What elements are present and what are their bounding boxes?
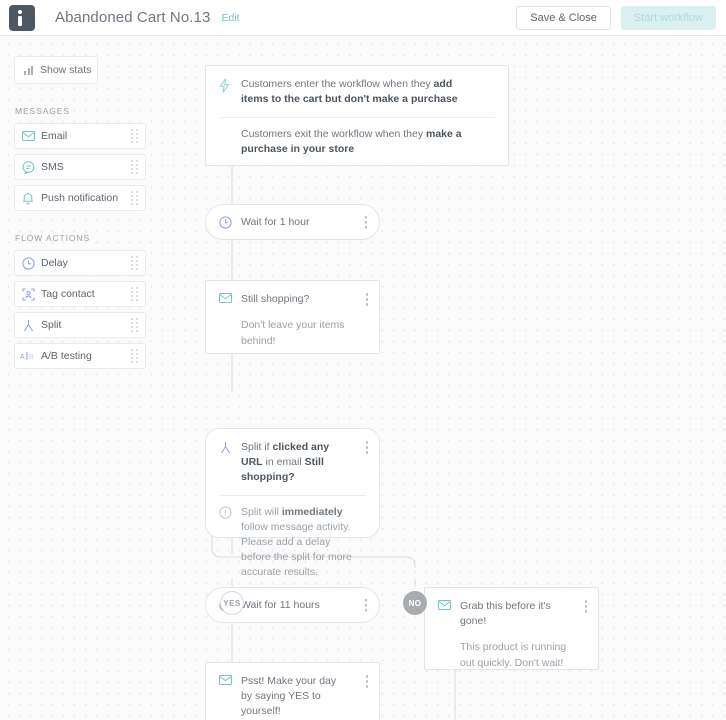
delay-node-label: Wait for 11 hours xyxy=(241,599,320,611)
tag-contact-icon xyxy=(15,288,41,301)
delay-node-1[interactable]: Wait for 1 hour xyxy=(205,204,380,240)
palette-item-delay[interactable]: Delay xyxy=(14,250,146,276)
app-logo-icon[interactable] xyxy=(9,4,35,31)
kebab-menu-icon[interactable] xyxy=(365,675,368,688)
palette-item-label: Email xyxy=(41,130,68,142)
split-node[interactable]: Split if clicked any URL in email Still … xyxy=(205,428,380,578)
email-node-2[interactable]: Grab this before it's gone! This product… xyxy=(424,587,599,670)
branch-badge-yes[interactable]: YES xyxy=(220,591,244,615)
kebab-menu-icon[interactable] xyxy=(364,598,367,612)
kebab-menu-icon[interactable] xyxy=(584,600,587,613)
ab-testing-icon: AB xyxy=(15,351,41,361)
top-bar: Abandoned Cart No.13 Edit Save & Close S… xyxy=(0,0,726,36)
drag-handle-icon[interactable] xyxy=(131,318,138,332)
email-subject: Grab this before it's gone! xyxy=(460,600,551,627)
split-warning-row: Split will immediately follow message ac… xyxy=(206,496,379,580)
bar-chart-icon xyxy=(24,65,33,75)
trigger-entry-text: Customers enter the workflow when they a… xyxy=(241,78,458,105)
palette-item-push-notification[interactable]: Push notification xyxy=(14,185,146,211)
drag-handle-icon[interactable] xyxy=(131,160,138,174)
workflow-canvas[interactable]: Show stats MESSAGES Email SMS Push notif… xyxy=(0,36,726,720)
drag-handle-icon[interactable] xyxy=(131,256,138,270)
email-subject-row: Grab this before it's gone! xyxy=(425,588,598,629)
section-title-messages: MESSAGES xyxy=(15,106,70,116)
kebab-menu-icon[interactable] xyxy=(365,293,368,306)
drag-handle-icon[interactable] xyxy=(131,287,138,301)
drag-handle-icon[interactable] xyxy=(131,349,138,363)
kebab-menu-icon[interactable] xyxy=(364,215,367,229)
email-subject: Psst! Make your day by saying YES to you… xyxy=(241,675,337,717)
palette-item-email[interactable]: Email xyxy=(14,123,146,149)
envelope-icon xyxy=(438,599,460,610)
save-and-close-button[interactable]: Save & Close xyxy=(516,5,611,30)
split-icon xyxy=(15,319,41,332)
envelope-icon xyxy=(219,674,241,685)
chat-bubble-icon xyxy=(15,160,41,174)
drag-handle-icon[interactable] xyxy=(131,129,138,143)
envelope-icon xyxy=(15,131,41,141)
kebab-menu-icon[interactable] xyxy=(365,441,368,454)
branch-badge-no[interactable]: NO xyxy=(403,591,427,615)
email-subject: Still shopping? xyxy=(241,293,310,305)
show-stats-button[interactable]: Show stats xyxy=(14,56,98,84)
email-preview: This product is running out quickly. Don… xyxy=(460,641,567,669)
palette-item-label: Split xyxy=(41,319,62,331)
svg-text:B: B xyxy=(29,354,34,361)
split-icon xyxy=(219,440,241,454)
envelope-icon xyxy=(219,292,241,303)
section-title-flow-actions: FLOW ACTIONS xyxy=(15,233,91,243)
trigger-entry-row: Customers enter the workflow when they a… xyxy=(206,66,508,107)
email-subject-row: Still shopping? xyxy=(206,281,379,307)
email-preview: Don't leave your items behind! xyxy=(241,319,345,347)
email-node-3[interactable]: Psst! Make your day by saying YES to you… xyxy=(205,662,380,720)
palette-item-label: Push notification xyxy=(41,192,119,204)
clock-icon xyxy=(219,215,241,229)
palette-item-label: Delay xyxy=(41,257,68,269)
palette-item-split[interactable]: Split xyxy=(14,312,146,338)
trigger-exit-row: Customers exit the workflow when they ma… xyxy=(206,118,508,157)
split-title: Split if clicked any URL in email Still … xyxy=(241,441,330,483)
delay-node-label: Wait for 1 hour xyxy=(241,216,310,228)
split-warning-text: Split will immediately follow message ac… xyxy=(241,506,352,578)
palette-item-tag-contact[interactable]: Tag contact xyxy=(14,281,146,307)
show-stats-label: Show stats xyxy=(40,64,92,76)
email-node-1[interactable]: Still shopping? Don't leave your items b… xyxy=(205,280,380,354)
clock-icon xyxy=(15,256,41,270)
drag-handle-icon[interactable] xyxy=(131,191,138,205)
trigger-exit-text: Customers exit the workflow when they ma… xyxy=(241,128,462,155)
palette-item-label: A/B testing xyxy=(41,350,92,362)
palette-item-ab-testing[interactable]: AB A/B testing xyxy=(14,343,146,369)
split-title-row: Split if clicked any URL in email Still … xyxy=(206,429,379,485)
email-subject-row: Psst! Make your day by saying YES to you… xyxy=(206,663,379,719)
page-title: Abandoned Cart No.13 xyxy=(55,9,211,26)
trigger-node[interactable]: Customers enter the workflow when they a… xyxy=(205,65,509,166)
svg-text:A: A xyxy=(20,354,25,361)
palette-item-label: Tag contact xyxy=(41,288,95,300)
bell-icon xyxy=(15,192,41,205)
edit-title-link[interactable]: Edit xyxy=(221,12,239,24)
lightning-bolt-icon xyxy=(219,77,241,93)
palette-item-sms[interactable]: SMS xyxy=(14,154,146,180)
info-circle-icon xyxy=(219,505,241,519)
top-bar-actions: Save & Close Start workflow xyxy=(516,5,716,30)
node-palette-sidebar: Show stats MESSAGES Email SMS Push notif… xyxy=(0,36,160,374)
palette-item-label: SMS xyxy=(41,161,64,173)
start-workflow-button[interactable]: Start workflow xyxy=(620,5,716,30)
